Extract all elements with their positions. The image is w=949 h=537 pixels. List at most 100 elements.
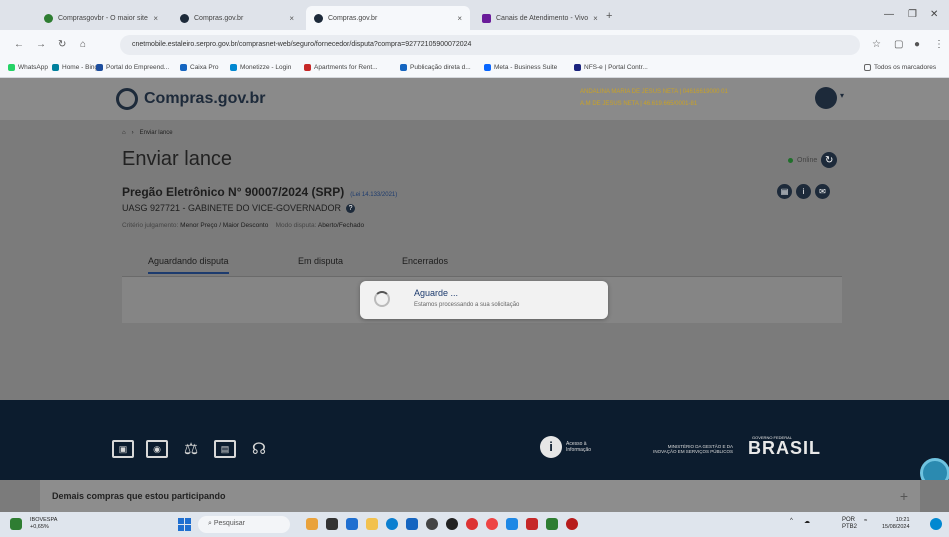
close-tab-icon[interactable]: × [457,14,462,23]
app-icon[interactable] [446,518,458,530]
app-icon[interactable] [566,518,578,530]
apartments-icon [304,64,311,71]
home-icon[interactable]: ⌂ [80,39,86,50]
taskbar-search-input[interactable]: ⌕ Pesquisar [198,516,290,533]
windows-start-icon[interactable] [178,518,191,531]
notification-icon[interactable] [930,518,942,530]
browser-tab-bar: Comprasgovbr - O maior site × Compras.go… [0,0,949,30]
portal-icon [96,64,103,71]
browser-tab[interactable]: Comprasgovbr - O maior site × [36,6,166,30]
stock-widget-icon[interactable] [10,518,22,530]
address-bar-row: ← → ↻ ⌂ cnetmobile.estaleiro.serpro.gov.… [0,30,949,60]
chrome-icon[interactable] [466,518,478,530]
edge-icon[interactable] [386,518,398,530]
bookmark-item[interactable]: Publicação direta d... [400,64,471,71]
site-favicon-icon [44,13,53,23]
close-tab-icon[interactable]: × [593,14,598,23]
page-title: Enviar lance [122,148,233,170]
lei-link[interactable]: (Lei 14.133/2021) [350,192,397,198]
loading-subtitle: Estamos processando a sua solicitação [414,302,520,308]
compras-logo[interactable]: Compras.gov.br [116,88,266,110]
scales-icon[interactable]: ⚖ [180,440,202,458]
store-icon[interactable] [406,518,418,530]
new-tab-icon[interactable]: + [606,10,612,22]
caixa-icon [180,64,187,71]
publicacao-icon [400,64,407,71]
taskbar-clock[interactable]: 10:21 15/08/2024 [882,517,910,531]
ministry-logo: MINISTÉRIO DA GESTÃO E DA INOVAÇÃO EM SE… [653,444,733,454]
loading-title: Aguarde ... [414,288,459,298]
menu-icon[interactable]: ⋮ [934,39,944,50]
refresh-button[interactable]: ↻ [821,152,838,168]
other-purchases-bar[interactable]: Demais compras que estou participando + [40,480,920,512]
bookmark-item[interactable]: Apartments for Rent... [304,64,378,71]
tab-aguardando-disputa[interactable]: Aguardando disputa [148,256,229,274]
bookmark-item[interactable]: NFS-e | Portal Contr... [574,64,648,71]
expand-icon[interactable]: + [900,488,908,504]
user-info: ANDALINA MARIA DE JESUS NETA | 046166190… [580,89,728,107]
bookmark-item[interactable]: Meta - Business Suite [484,64,557,71]
browser-tab-active[interactable]: Compras.gov.br × [306,6,470,30]
info-button[interactable]: i [796,184,811,199]
uasg-line: UASG 927721 - GABINETE DO VICE-GOVERNADO… [122,203,356,213]
profile-icon[interactable]: ● [914,39,920,50]
tab-encerrados[interactable]: Encerrados [402,256,448,266]
browser-tab[interactable]: Compras.gov.br × [172,6,302,30]
bookmark-item[interactable]: Portal do Empreend... [96,64,169,71]
close-tab-icon[interactable]: × [289,14,294,23]
close-window-icon[interactable]: ✕ [930,9,938,20]
url-input[interactable]: cnetmobile.estaleiro.serpro.gov.br/compr… [120,35,860,55]
all-bookmarks[interactable]: Todos os marcadores [864,64,936,71]
site-favicon-icon [314,13,323,23]
app-icon[interactable] [546,518,558,530]
bookmark-item[interactable]: Monetizze - Login [230,64,291,71]
minimize-icon[interactable]: — [884,9,894,20]
language-indicator[interactable]: POR PTB2 [842,517,857,531]
extensions-icon[interactable]: ▢ [894,39,903,50]
forward-icon[interactable]: → [36,39,46,50]
help-icon[interactable]: ? [346,203,356,213]
bookmark-item[interactable]: Caixa Pro [180,64,219,71]
document-button[interactable]: ▤ [777,184,792,199]
loading-dialog: Aguarde ... Estamos processando a sua so… [360,281,608,319]
maximize-icon[interactable]: ❐ [908,9,917,20]
tab-em-disputa[interactable]: Em disputa [298,256,343,266]
money-icon[interactable]: ◉ [146,440,168,458]
id-card-icon[interactable]: ▣ [112,440,134,458]
star-icon[interactable]: ☆ [872,39,881,50]
compras-logo-icon [116,88,138,110]
file-explorer-icon[interactable] [366,518,378,530]
task-view-icon[interactable] [326,518,338,530]
app-icon[interactable] [426,518,438,530]
breadcrumb: ⌂ › Enviar lance [122,130,173,136]
back-icon[interactable]: ← [14,39,24,50]
reload-icon[interactable]: ↻ [58,39,66,50]
app-icon[interactable] [486,518,498,530]
close-tab-icon[interactable]: × [153,14,158,23]
access-info-link[interactable]: i Acesso à Informação [540,436,596,458]
contract-icon[interactable]: ▤ [214,440,236,458]
browser-tab[interactable]: Canais de Atendimento - Vivo × [474,6,604,30]
pdf-icon[interactable] [526,518,538,530]
onedrive-icon[interactable]: ☁ [804,518,810,525]
tray-chevron-icon[interactable]: ^ [790,518,793,524]
headset-icon[interactable]: ☊ [248,440,270,458]
brasil-logo: GOVERNO FEDERAL BRASIL [748,435,821,458]
spinner-icon [374,291,390,307]
bookmark-item[interactable]: Home - Bing [52,64,98,71]
stock-widget[interactable]: IBOVESPA +0,65% [30,517,57,531]
bookmarks-bar: WhatsApp Home - Bing Portal do Empreend.… [0,60,949,78]
app-icon[interactable] [306,518,318,530]
user-avatar-icon[interactable] [815,87,837,109]
bookmark-item[interactable]: WhatsApp [8,64,48,71]
page-margin-left [0,480,40,512]
breadcrumb-current: Enviar lance [139,130,173,136]
home-icon[interactable]: ⌂ [122,130,126,136]
page-content: Compras.gov.br ANDALINA MARIA DE JESUS N… [0,78,949,400]
whatsapp-icon [8,64,15,71]
chevron-down-icon[interactable]: ▾ [840,91,844,100]
app-icon[interactable] [506,518,518,530]
app-icon[interactable] [346,518,358,530]
wifi-icon[interactable]: ≈ [864,518,867,524]
message-button[interactable]: ✉ [815,184,830,199]
